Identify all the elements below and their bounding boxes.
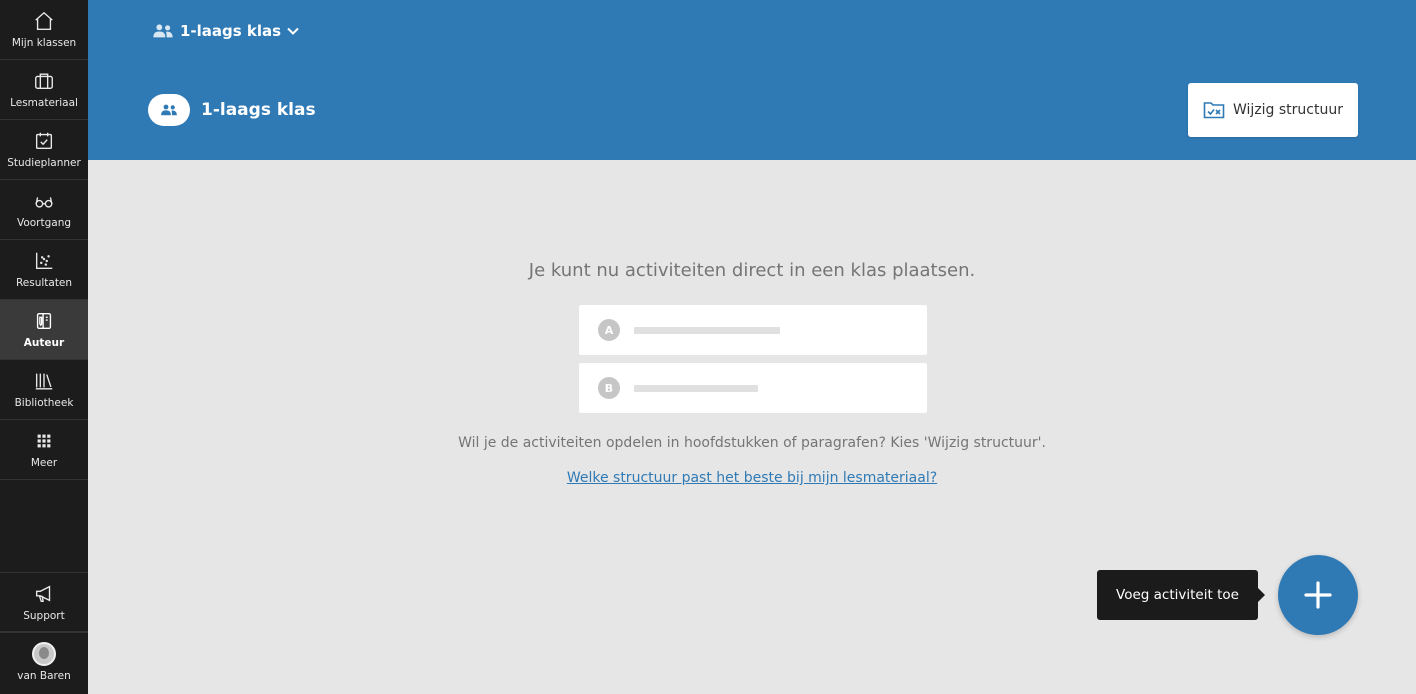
help-link-container: Welke structuur past het beste bij mijn … [88, 470, 1416, 486]
sidebar-item-label: Bibliotheek [14, 397, 74, 409]
placeholder-line [634, 385, 758, 392]
placeholder-item-a: A [579, 305, 927, 355]
library-icon [32, 369, 56, 393]
class-header: 1-laags klas 1-laags klas Wijzig structu… [88, 0, 1416, 160]
user-name: van Baren [17, 670, 71, 682]
sidebar-item-label: Auteur [23, 337, 65, 349]
add-activity-tooltip: Voeg activiteit toe [1097, 570, 1265, 620]
wijzig-structuur-button[interactable]: Wijzig structuur [1188, 83, 1358, 137]
sidebar-item-voortgang[interactable]: Voortgang [0, 180, 88, 240]
empty-state-headline: Je kunt nu activiteiten direct in een kl… [528, 260, 976, 281]
placeholder-badge-a: A [598, 319, 620, 341]
wijzig-structuur-label: Wijzig structuur [1233, 102, 1343, 118]
home-icon [32, 9, 56, 33]
class-switcher-label: 1-laags klas [180, 22, 282, 40]
sidebar-item-auteur[interactable]: Auteur [0, 300, 88, 360]
grid-icon [32, 429, 56, 453]
placeholder-item-b: B [579, 363, 927, 413]
sidebar-item-user[interactable]: van Baren [0, 632, 88, 694]
avatar [32, 642, 56, 666]
plus-icon [1304, 581, 1332, 609]
empty-state-subtext: Wil je de activiteiten opdelen in hoofds… [458, 435, 1046, 451]
chevron-down-icon [287, 27, 299, 35]
scatter-chart-icon [32, 249, 56, 273]
sidebar: Mijn klassen Lesmateriaal Studieplanner … [0, 0, 88, 694]
briefcase-icon [32, 69, 56, 93]
megaphone-icon [32, 582, 56, 606]
sidebar-item-label: Voortgang [16, 217, 72, 229]
sidebar-item-label: Mijn klassen [11, 37, 77, 49]
sidebar-item-label: Lesmateriaal [10, 97, 78, 109]
sidebar-item-mijn-klassen[interactable]: Mijn klassen [0, 0, 88, 60]
add-activity-button[interactable] [1278, 555, 1358, 635]
sidebar-item-lesmateriaal[interactable]: Lesmateriaal [0, 60, 88, 120]
class-title: 1-laags klas [148, 94, 316, 126]
calendar-check-icon [32, 129, 56, 153]
sidebar-item-studieplanner[interactable]: Studieplanner [0, 120, 88, 180]
sidebar-item-resultaten[interactable]: Resultaten [0, 240, 88, 300]
class-switcher[interactable]: 1-laags klas [152, 19, 299, 43]
group-icon [161, 104, 177, 116]
sidebar-item-label: Resultaten [15, 277, 73, 289]
page-title: 1-laags klas [201, 100, 316, 120]
sidebar-item-bibliotheek[interactable]: Bibliotheek [0, 360, 88, 420]
placeholder-line [634, 327, 780, 334]
class-badge [148, 94, 190, 126]
structure-help-link[interactable]: Welke structuur past het beste bij mijn … [567, 470, 937, 486]
author-book-icon [32, 309, 56, 333]
placeholder-badge-b: B [598, 377, 620, 399]
folder-structure-icon [1203, 102, 1225, 119]
sidebar-item-support[interactable]: Support [0, 572, 88, 632]
group-icon [153, 24, 173, 38]
sidebar-item-label: Studieplanner [7, 157, 81, 169]
sidebar-item-label: Support [23, 610, 65, 622]
sidebar-item-label: Meer [30, 457, 58, 469]
sidebar-item-meer[interactable]: Meer [0, 420, 88, 480]
glasses-icon [32, 189, 56, 213]
